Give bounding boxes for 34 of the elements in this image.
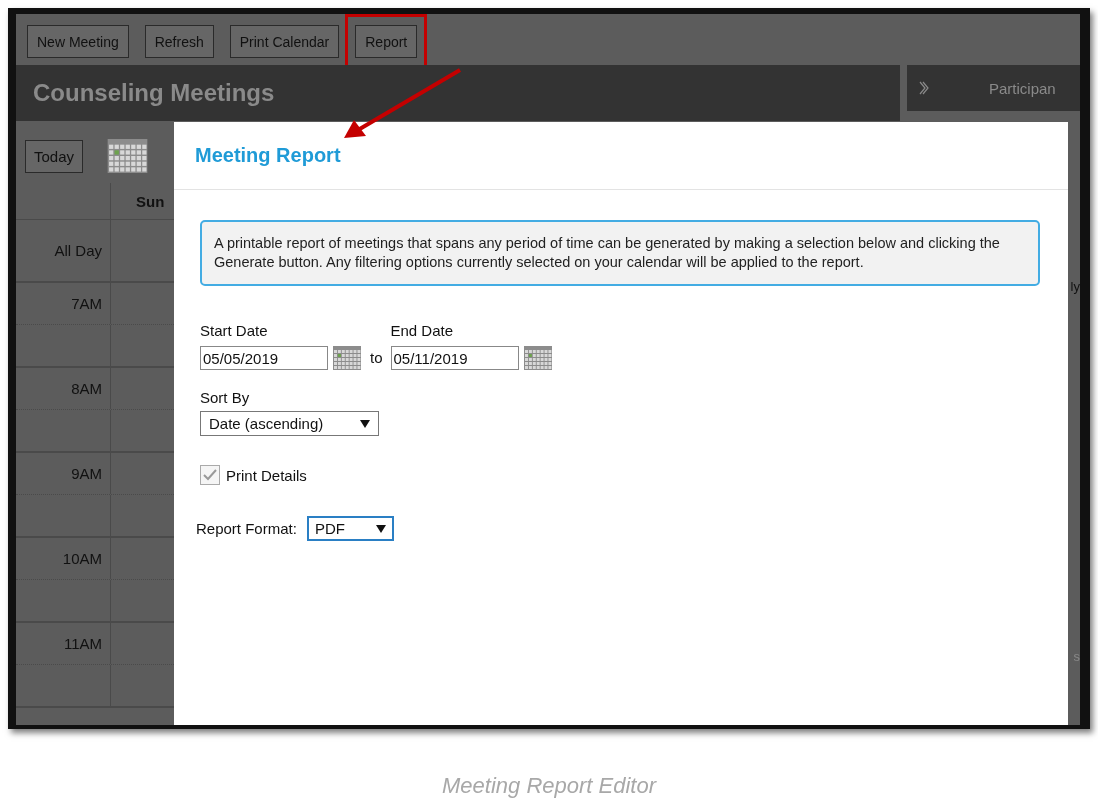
chevron-icon[interactable] (919, 81, 929, 95)
panel-text: ly (1070, 279, 1080, 294)
time-label: 8AM (71, 380, 102, 397)
panel-title: Participan (989, 79, 1056, 97)
end-date-field[interactable]: 05/11/2019 (390, 346, 519, 370)
start-date-field[interactable]: 05/05/2019 (200, 346, 328, 370)
checkbox[interactable] (200, 465, 220, 485)
today-button[interactable]: Today (25, 139, 84, 173)
time-label: 11AM (63, 635, 102, 652)
time-label: 10AM (62, 550, 102, 567)
info-message: A printable report of meetings that spans any period of time can be generated by making a selection below and clicking the Generate button. Any filtering options currently selected on your calendar will be applied to the report. (200, 220, 1040, 286)
toolbar-button[interactable]: Report (355, 25, 418, 58)
figure-caption: Meeting Report Editor (441, 773, 658, 799)
calendar-icon[interactable] (523, 346, 552, 370)
checkbox-label: Print Details (226, 466, 307, 484)
format-dropdown[interactable]: PDF (306, 516, 394, 541)
range-label: to (370, 349, 383, 366)
dropdown-arrow-icon (375, 524, 386, 533)
time-label: 7AM (71, 295, 102, 312)
toolbar-button[interactable]: New Meeting (27, 25, 129, 58)
time-label: All Day (54, 242, 102, 259)
field-label: End Date (390, 322, 455, 339)
toolbar-button[interactable]: Print Calendar (229, 25, 340, 58)
time-label: 9AM (71, 465, 102, 482)
calendar-title: Counseling Meetings (33, 79, 275, 107)
field-label: Start Date (200, 322, 269, 339)
sort-dropdown[interactable]: Date (ascending) (200, 411, 379, 436)
field-label: Sort By (200, 389, 251, 406)
toolbar-button[interactable]: Refresh (144, 25, 214, 58)
calendar-icon[interactable] (333, 346, 361, 370)
field-label: Report Format: (196, 520, 297, 537)
day-header: Sun (135, 191, 166, 212)
dropdown-arrow-icon (360, 419, 370, 428)
dialog-title: Meeting Report (195, 144, 341, 167)
